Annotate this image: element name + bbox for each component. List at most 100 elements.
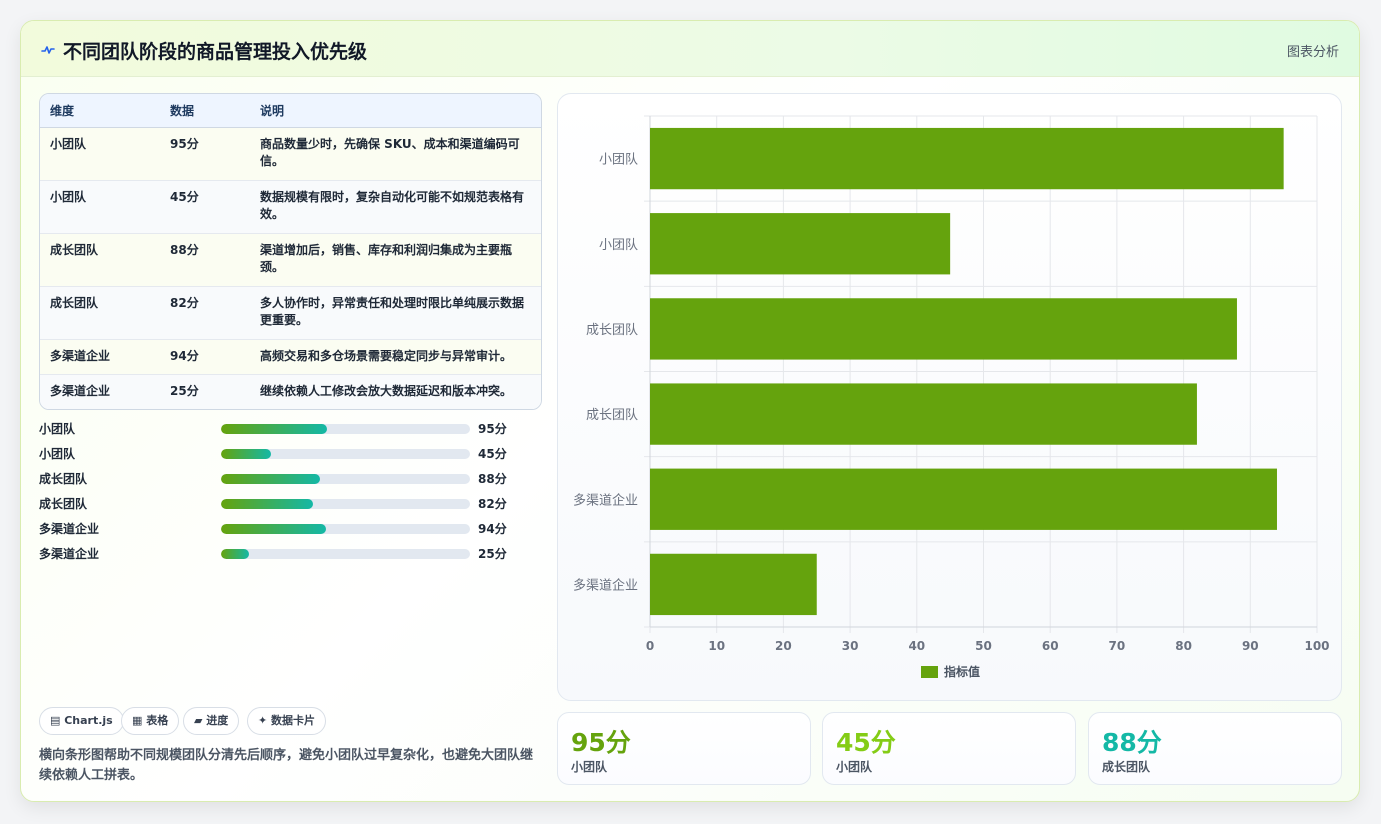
- cell-dimension: 小团队: [40, 180, 160, 234]
- table-row: 成长团队 88分 渠道增加后，销售、库存和利润归集成为主要瓶颈。: [40, 233, 541, 287]
- progress-row: 小团队 45分: [39, 445, 539, 461]
- progress-label: 多渠道企业: [39, 522, 100, 536]
- chip-progress[interactable]: ▰ 进度: [183, 707, 240, 735]
- cell-data: 45分: [160, 180, 250, 234]
- stat-label: 成长团队: [1102, 760, 1151, 774]
- bar: [650, 468, 1277, 530]
- table-row: 多渠道企业 25分 继续依赖人工修改会放大数据延迟和版本冲突。: [40, 374, 541, 409]
- y-tick-label: 多渠道企业: [573, 492, 638, 508]
- progress-track: [221, 474, 470, 484]
- x-tick-label: 90: [1242, 639, 1259, 653]
- y-tick-label: 成长团队: [586, 323, 638, 338]
- description-note: 横向条形图帮助不同规模团队分清先后顺序，避免小团队过早复杂化，也避免大团队继续依…: [39, 748, 534, 783]
- progress-label: 多渠道企业: [39, 547, 100, 561]
- progress-row: 小团队 95分: [39, 420, 539, 436]
- cell-dimension: 多渠道企业: [40, 339, 160, 375]
- progress-value: 88分: [478, 472, 507, 486]
- x-tick-label: 50: [975, 639, 992, 653]
- progress-label: 小团队: [39, 447, 76, 461]
- y-tick-label: 成长团队: [586, 408, 638, 423]
- cell-dimension: 多渠道企业: [50, 383, 111, 398]
- progress-label: 小团队: [39, 422, 76, 436]
- data-table: 维度 数据 说明 小团队 95分 商品数量少时，先确保 SKU、成本和渠道编码可…: [39, 93, 542, 410]
- y-tick-label: 小团队: [599, 238, 638, 253]
- x-tick-label: 60: [1042, 639, 1059, 653]
- table-row: 小团队 45分 数据规模有限时，复杂自动化可能不如规范表格有效。: [40, 180, 541, 234]
- cell-description: 商品数量少时，先确保 SKU、成本和渠道编码可信。: [250, 127, 541, 181]
- bar-chart-panel: 0 10 20 30 40 50 60 70 80 90 100 小团队 小团队 成长团队 成长团队 多渠道企…: [557, 93, 1342, 701]
- stat-card: 95分 小团队: [557, 712, 811, 785]
- stat-value: 45分: [836, 728, 896, 757]
- stat-label: 小团队: [836, 760, 873, 774]
- progress-fill: [221, 449, 272, 459]
- x-tick-label: 10: [708, 639, 725, 653]
- y-tick-label: 小团队: [599, 153, 638, 168]
- bar-chart: 0 10 20 30 40 50 60 70 80 90 100小团队小团队成长团队成长团队多渠道企…: [573, 115, 1330, 679]
- x-tick-label: 40: [908, 639, 925, 653]
- table-row: 小团队 95分 商品数量少时，先确保 SKU、成本和渠道编码可信。: [40, 127, 541, 181]
- progress-fill: [221, 524, 327, 534]
- cell-description: 继续依赖人工修改会放大数据延迟和版本冲突。: [260, 383, 513, 398]
- progress-label: 成长团队: [39, 472, 88, 486]
- table-row: 成长团队 82分 多人协作时，异常责任和处理时限比单纯展示数据更重要。: [40, 286, 541, 340]
- bar: [650, 213, 951, 275]
- progress-row: 多渠道企业 25分: [39, 545, 539, 561]
- cell-data: 25分: [170, 383, 199, 398]
- main-card: 不同团队阶段的商品管理投入优先级 图表分析 维度 数据 说明 小团队 95分 商…: [20, 20, 1360, 802]
- progress-row: 多渠道企业 94分: [39, 520, 539, 536]
- progress-value: 82分: [478, 497, 507, 511]
- cell-description: 高频交易和多仓场景需要稳定同步与异常审计。: [250, 339, 541, 375]
- x-tick-label: 100: [1304, 639, 1329, 653]
- page-title: 不同团队阶段的商品管理投入优先级: [63, 41, 368, 63]
- table-header-row: 维度 数据 说明: [40, 94, 541, 128]
- progress-row: 成长团队 88分: [39, 470, 539, 486]
- progress-track: [221, 449, 470, 459]
- stat-value: 95分: [571, 728, 631, 757]
- progress-fill: [221, 474, 320, 484]
- bar: [650, 127, 1284, 190]
- stat-value: 88分: [1102, 728, 1162, 757]
- cell-data: 88分: [160, 233, 250, 287]
- progress-fill: [221, 424, 328, 434]
- stat-card: 45分 小团队: [822, 712, 1076, 785]
- progress-value: 25分: [478, 547, 507, 561]
- x-tick-label: 20: [775, 639, 792, 653]
- cell-dimension: 小团队: [40, 127, 160, 181]
- progress-row: 成长团队 82分: [39, 495, 539, 511]
- stat-label: 小团队: [571, 760, 608, 774]
- progress-fill: [221, 499, 313, 509]
- cell-description: 渠道增加后，销售、库存和利润归集成为主要瓶颈。: [250, 233, 541, 287]
- progress-fill: [221, 549, 249, 559]
- progress-value: 95分: [478, 422, 507, 436]
- progress-value: 94分: [478, 522, 507, 536]
- y-tick-label: 多渠道企业: [573, 577, 638, 593]
- table-row: 多渠道企业 94分 高频交易和多仓场景需要稳定同步与异常审计。: [40, 339, 541, 375]
- x-tick-label: 70: [1109, 639, 1126, 653]
- pulse-icon: [41, 46, 55, 54]
- cell-description: 数据规模有限时，复杂自动化可能不如规范表格有效。: [250, 180, 541, 234]
- legend-swatch: [921, 666, 938, 678]
- column-header-description: 说明: [250, 94, 541, 128]
- x-tick-label: 30: [842, 639, 859, 653]
- cell-dimension: 成长团队: [40, 286, 160, 340]
- progress-value: 45分: [478, 447, 507, 461]
- x-tick-label: 0: [646, 639, 654, 653]
- column-header-data: 数据: [160, 94, 250, 128]
- chip-chartjs[interactable]: ▤ Chart.js: [39, 707, 124, 735]
- cell-data: 94分: [160, 339, 250, 375]
- column-header-dimension: 维度: [40, 94, 160, 128]
- cell-data: 82分: [160, 286, 250, 340]
- stat-card: 88分 成长团队: [1088, 712, 1342, 785]
- card-header: 不同团队阶段的商品管理投入优先级 图表分析: [21, 21, 1359, 77]
- progress-track: [221, 424, 470, 434]
- legend-label: 指标值: [944, 664, 980, 679]
- progress-track: [221, 524, 470, 534]
- chart-analysis-tag: 图表分析: [1286, 45, 1339, 60]
- chip-table[interactable]: ▦ 表格: [121, 707, 180, 735]
- progress-label: 成长团队: [39, 497, 88, 511]
- chip-data-cards[interactable]: ✦ 数据卡片: [247, 707, 327, 735]
- progress-track: [221, 499, 470, 509]
- cell-data: 95分: [160, 127, 250, 181]
- x-tick-label: 80: [1175, 639, 1192, 653]
- cell-dimension: 成长团队: [40, 233, 160, 287]
